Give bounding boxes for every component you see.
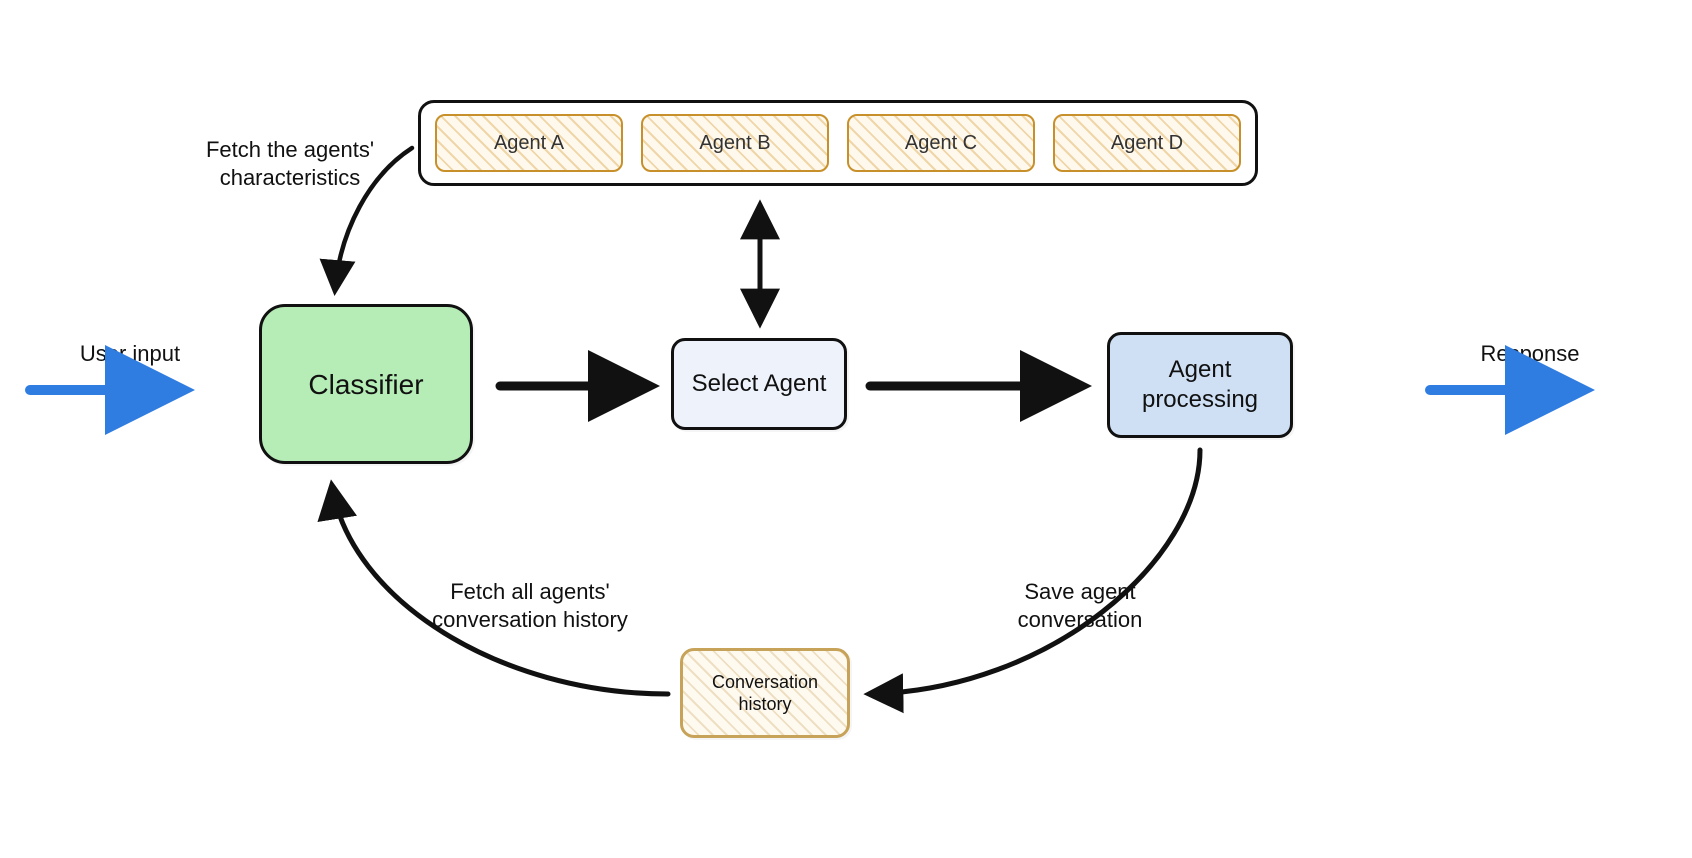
agents-pool: Agent A Agent B Agent C Agent D — [418, 100, 1258, 186]
classifier-label: Classifier — [298, 361, 433, 408]
agent-chip-b: Agent B — [641, 114, 829, 172]
response-label: Response — [1460, 340, 1600, 368]
user-input-label: User input — [60, 340, 200, 368]
conversation-history-node: Conversation history — [680, 648, 850, 738]
conversation-history-label: Conversation history — [683, 665, 847, 722]
agent-label: Agent A — [494, 132, 564, 155]
agent-chip-a: Agent A — [435, 114, 623, 172]
agent-label: Agent B — [699, 132, 770, 155]
diagram-canvas: Agent A Agent B Agent C Agent D Classifi… — [0, 0, 1692, 858]
fetch-history-label: Fetch all agents' conversation history — [400, 578, 660, 633]
select-agent-node: Select Agent — [671, 338, 847, 430]
fetch-characteristics-label: Fetch the agents' characteristics — [180, 136, 400, 191]
agent-processing-node: Agent processing — [1107, 332, 1293, 438]
arrow-save-conversation — [870, 450, 1200, 694]
classifier-node: Classifier — [259, 304, 473, 464]
select-agent-label: Select Agent — [682, 363, 837, 405]
agent-label: Agent C — [905, 132, 977, 155]
save-conversation-label: Save agent conversation — [980, 578, 1180, 633]
agent-processing-label: Agent processing — [1110, 349, 1290, 421]
agent-chip-c: Agent C — [847, 114, 1035, 172]
agent-chip-d: Agent D — [1053, 114, 1241, 172]
agent-label: Agent D — [1111, 132, 1183, 155]
